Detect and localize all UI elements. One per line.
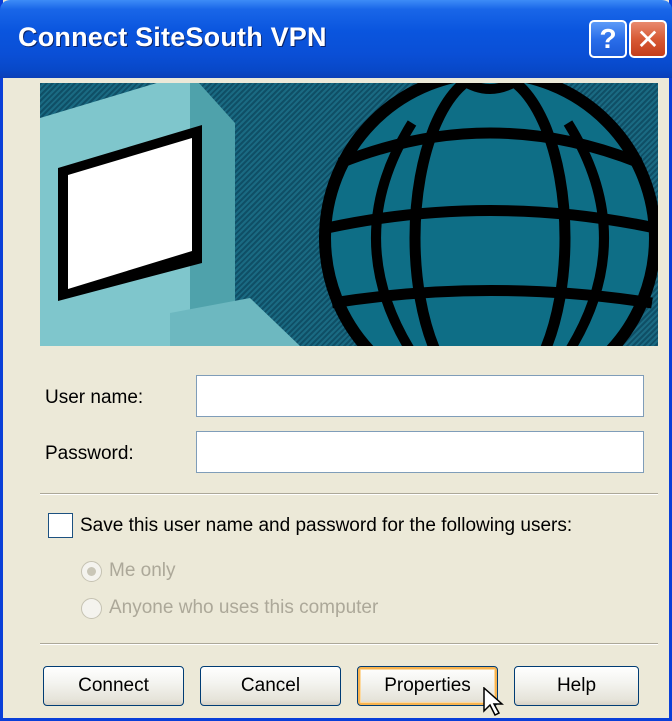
close-icon: ✕ <box>636 23 660 55</box>
separator-bottom <box>40 643 658 645</box>
radio-me-only-label[interactable]: Me only <box>109 560 176 582</box>
password-input[interactable] <box>196 431 644 473</box>
question-mark-icon: ? <box>599 23 617 54</box>
mouse-pointer-icon <box>483 687 504 717</box>
window-title: Connect SiteSouth VPN <box>18 22 327 52</box>
help-button[interactable]: Help <box>514 666 639 706</box>
cancel-button[interactable]: Cancel <box>200 666 341 706</box>
radio-me-only[interactable] <box>81 561 102 582</box>
save-credentials-checkbox[interactable] <box>48 513 73 538</box>
radio-anyone-label[interactable]: Anyone who uses this computer <box>109 597 378 619</box>
close-title-button[interactable]: ✕ <box>629 20 667 58</box>
vpn-connect-dialog: Connect SiteSouth VPN ? ✕ User name: Pas… <box>0 0 672 721</box>
separator-top <box>40 493 658 495</box>
save-credentials-label[interactable]: Save this user name and password for the… <box>80 515 572 537</box>
vpn-banner-image <box>40 83 658 346</box>
title-bar[interactable]: Connect SiteSouth VPN ? ✕ <box>0 0 672 78</box>
properties-button[interactable]: Properties <box>357 666 498 706</box>
connect-button[interactable]: Connect <box>43 666 184 706</box>
username-input[interactable] <box>196 375 644 417</box>
globe-icon <box>319 83 658 346</box>
computer-monitor-icon <box>40 83 300 346</box>
username-label: User name: <box>45 387 144 408</box>
password-label: Password: <box>45 443 134 464</box>
help-title-button[interactable]: ? <box>589 20 627 58</box>
radio-anyone[interactable] <box>81 598 102 619</box>
